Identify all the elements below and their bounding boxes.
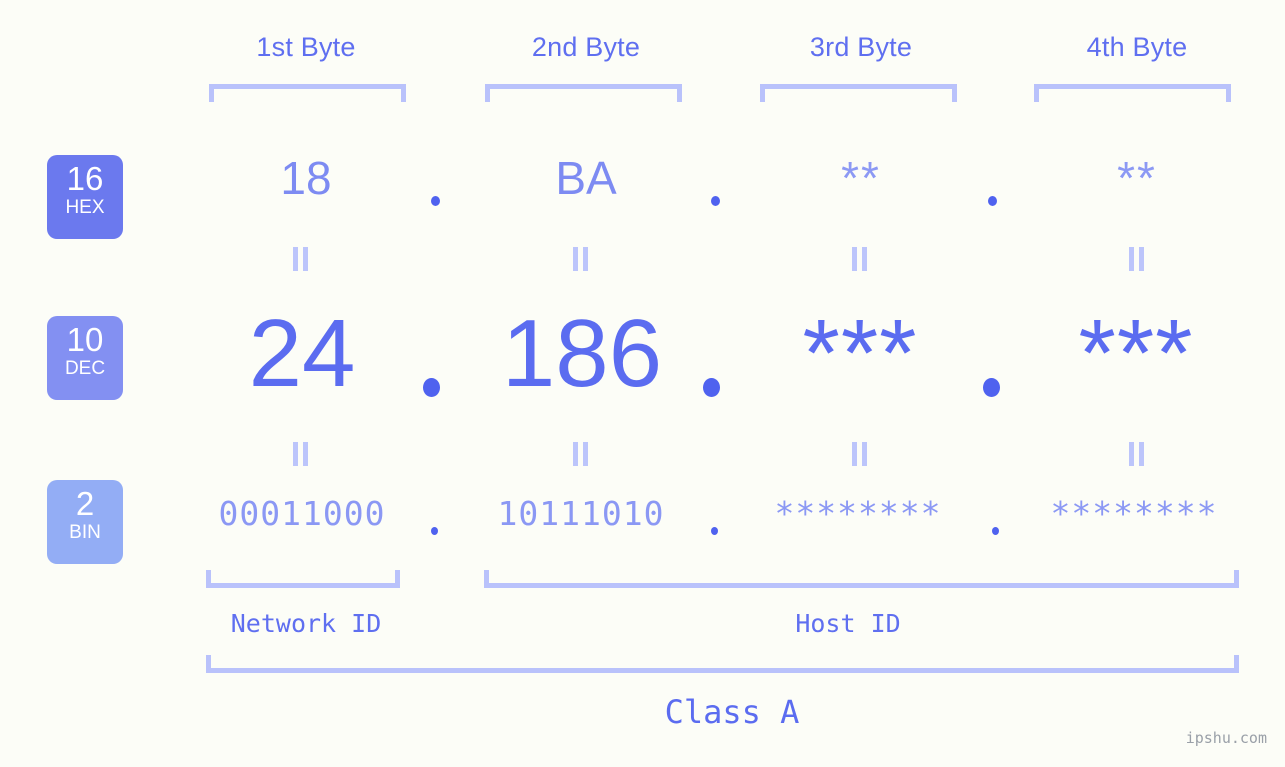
byte-bracket-2 [485,84,682,102]
dec-dot-2 [703,378,720,397]
base-badge-hex-number: 16 [66,160,104,197]
dec-byte-4: *** [1078,300,1194,407]
class-label: Class A [664,693,800,731]
base-badge-dec-name: DEC [64,358,106,379]
hex-byte-2: BA [555,152,617,204]
hex-dot-1 [431,196,440,206]
base-badge-dec: 10 DEC [47,316,123,400]
bin-dot-1 [431,527,438,535]
byte-bracket-3 [760,84,957,102]
byte-header-2: 2nd Byte [531,32,641,62]
dec-dot-3 [983,378,1000,397]
host-id-bracket [484,570,1239,588]
watermark: ipshu.com [1185,729,1267,747]
equals-mark-hex-dec-3 [851,247,869,271]
equals-mark-dec-bin-4 [1128,442,1146,466]
ip-address-breakdown-page: { "theme": { "background": "#fcfdf7", "a… [0,0,1285,767]
bin-byte-4: ******** [1050,494,1218,533]
byte-bracket-1 [209,84,406,102]
byte-bracket-4 [1034,84,1231,102]
hex-byte-1: 18 [280,152,332,204]
equals-mark-hex-dec-1 [292,247,310,271]
bin-dot-3 [992,527,999,535]
host-id-label: Host ID [795,609,901,638]
hex-byte-4: ** [1117,152,1157,204]
class-bracket [206,655,1239,673]
bin-byte-2: 10111010 [497,494,665,533]
network-id-label: Network ID [230,609,382,638]
dec-byte-1: 24 [248,300,356,407]
bin-dot-2 [711,527,718,535]
byte-header-3: 3rd Byte [809,32,913,62]
network-id-bracket [206,570,400,588]
bin-byte-1: 00011000 [218,494,386,533]
hex-dot-3 [988,196,997,206]
base-badge-bin-name: BIN [69,522,101,543]
base-badge-hex: 16 HEX [47,155,123,239]
equals-mark-dec-bin-2 [572,442,590,466]
base-badge-hex-name: HEX [65,197,105,218]
byte-header-1: 1st Byte [256,32,356,62]
equals-mark-dec-bin-1 [292,442,310,466]
dec-byte-3: *** [802,300,918,407]
base-badge-bin-number: 2 [75,485,95,522]
base-badge-bin: 2 BIN [47,480,123,564]
hex-byte-3: ** [841,152,881,204]
dec-dot-1 [423,378,440,397]
base-badge-dec-number: 10 [66,321,104,358]
hex-dot-2 [711,196,720,206]
byte-header-4: 4th Byte [1086,32,1188,62]
equals-mark-hex-dec-4 [1128,247,1146,271]
dec-byte-2: 186 [501,300,663,407]
bin-byte-3: ******** [774,494,942,533]
equals-mark-hex-dec-2 [572,247,590,271]
equals-mark-dec-bin-3 [851,442,869,466]
